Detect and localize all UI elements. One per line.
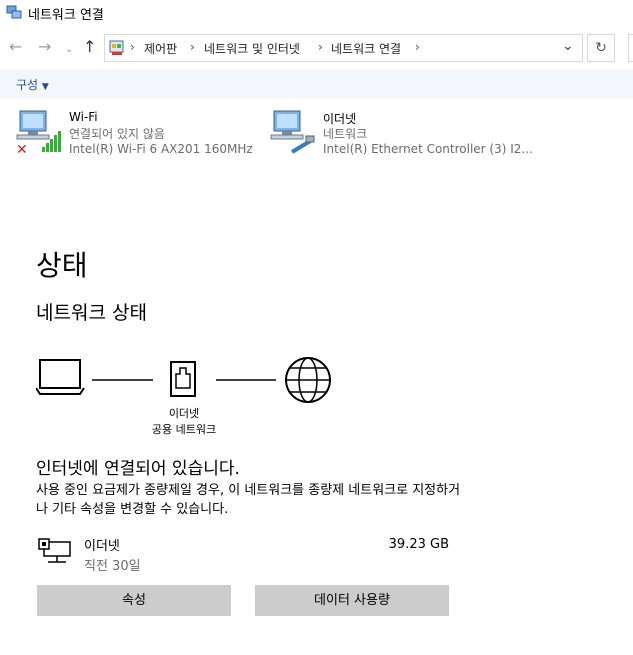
diagram-network-label: 공용 네트워크 — [151, 423, 217, 436]
breadcrumb-separator-icon: › — [415, 40, 420, 54]
recent-locations-chevron-icon[interactable]: ⌄ — [65, 41, 73, 59]
adapter-wifi[interactable]: ✕ Wi-Fi 연결되어 있지 않음 Intel(R) Wi-Fi 6 AX20… — [14, 108, 254, 160]
connection-status-text: 인터넷에 연결되어 있습니다. — [36, 459, 240, 479]
adapter-name: Wi-Fi — [69, 110, 98, 124]
adapter-ethernet[interactable]: 이더넷 네트워크 Intel(R) Ethernet Controller (3… — [268, 108, 533, 160]
section-title: 네트워크 상태 — [36, 302, 147, 324]
adapter-device: Intel(R) Wi-Fi 6 AX201 160MHz — [69, 142, 253, 156]
globe-icon — [285, 357, 331, 403]
breadcrumb-separator-icon: › — [318, 40, 323, 54]
breadcrumb-network-connections[interactable]: 네트워크 연결 — [331, 40, 401, 57]
window-title: 네트워크 연결 — [28, 8, 104, 23]
dropdown-caret-icon: ▼ — [41, 82, 49, 92]
adapter-device: Intel(R) Ethernet Controller (3) I2... — [323, 142, 533, 156]
refresh-button[interactable]: ↻ — [587, 34, 615, 62]
adapter-status: 연결되어 있지 않음 — [69, 127, 165, 141]
properties-button[interactable]: 속성 — [37, 585, 231, 616]
ethernet-adapter-icon — [270, 110, 315, 154]
disconnected-x-icon: ✕ — [16, 142, 28, 158]
title-bar: 네트워크 연결 — [0, 0, 633, 26]
breadcrumb-separator-icon: › — [130, 40, 135, 54]
data-used-value: 39.23 GB — [388, 537, 449, 552]
metered-description: 사용 중인 요금제가 종량제일 경우, 이 네트워크를 종량제 네트워크로 지정… — [36, 483, 461, 517]
back-arrow-icon[interactable]: ← — [9, 38, 22, 56]
ethernet-port-icon — [170, 361, 196, 397]
up-arrow-icon[interactable]: ↑ — [83, 38, 96, 56]
ethernet-connection-icon — [38, 538, 71, 563]
navigation-bar: ← → ⌄ ↑ › 제어판 › 네트워크 및 인터넷 › 네트워크 연결 › ⌄… — [0, 32, 633, 64]
organize-menu[interactable]: 구성 ▼ — [16, 76, 49, 93]
control-panel-icon — [109, 40, 124, 55]
connection-name: 이더넷 — [84, 539, 120, 554]
network-connections-icon — [6, 5, 22, 19]
forward-arrow-icon[interactable]: → — [38, 38, 51, 56]
laptop-icon — [36, 359, 85, 395]
command-bar: 구성 ▼ — [0, 69, 633, 99]
diagram-adapter-label: 이더넷 — [168, 407, 200, 420]
connection-period: 직전 30일 — [84, 559, 141, 574]
search-box[interactable] — [628, 34, 633, 62]
network-status-diagram — [36, 357, 331, 403]
breadcrumb-separator-icon: › — [190, 40, 195, 54]
address-bar[interactable]: › 제어판 › 네트워크 및 인터넷 › 네트워크 연결 › ⌄ — [104, 34, 583, 62]
refresh-icon: ↻ — [595, 40, 607, 56]
breadcrumb-network-internet[interactable]: 네트워크 및 인터넷 — [204, 40, 300, 57]
breadcrumb-control-panel[interactable]: 제어판 — [144, 40, 177, 57]
adapter-status: 네트워크 — [323, 127, 368, 141]
data-usage-button[interactable]: 데이터 사용량 — [255, 585, 449, 616]
page-title: 상태 — [36, 249, 88, 282]
address-dropdown-chevron-icon[interactable]: ⌄ — [562, 38, 574, 54]
